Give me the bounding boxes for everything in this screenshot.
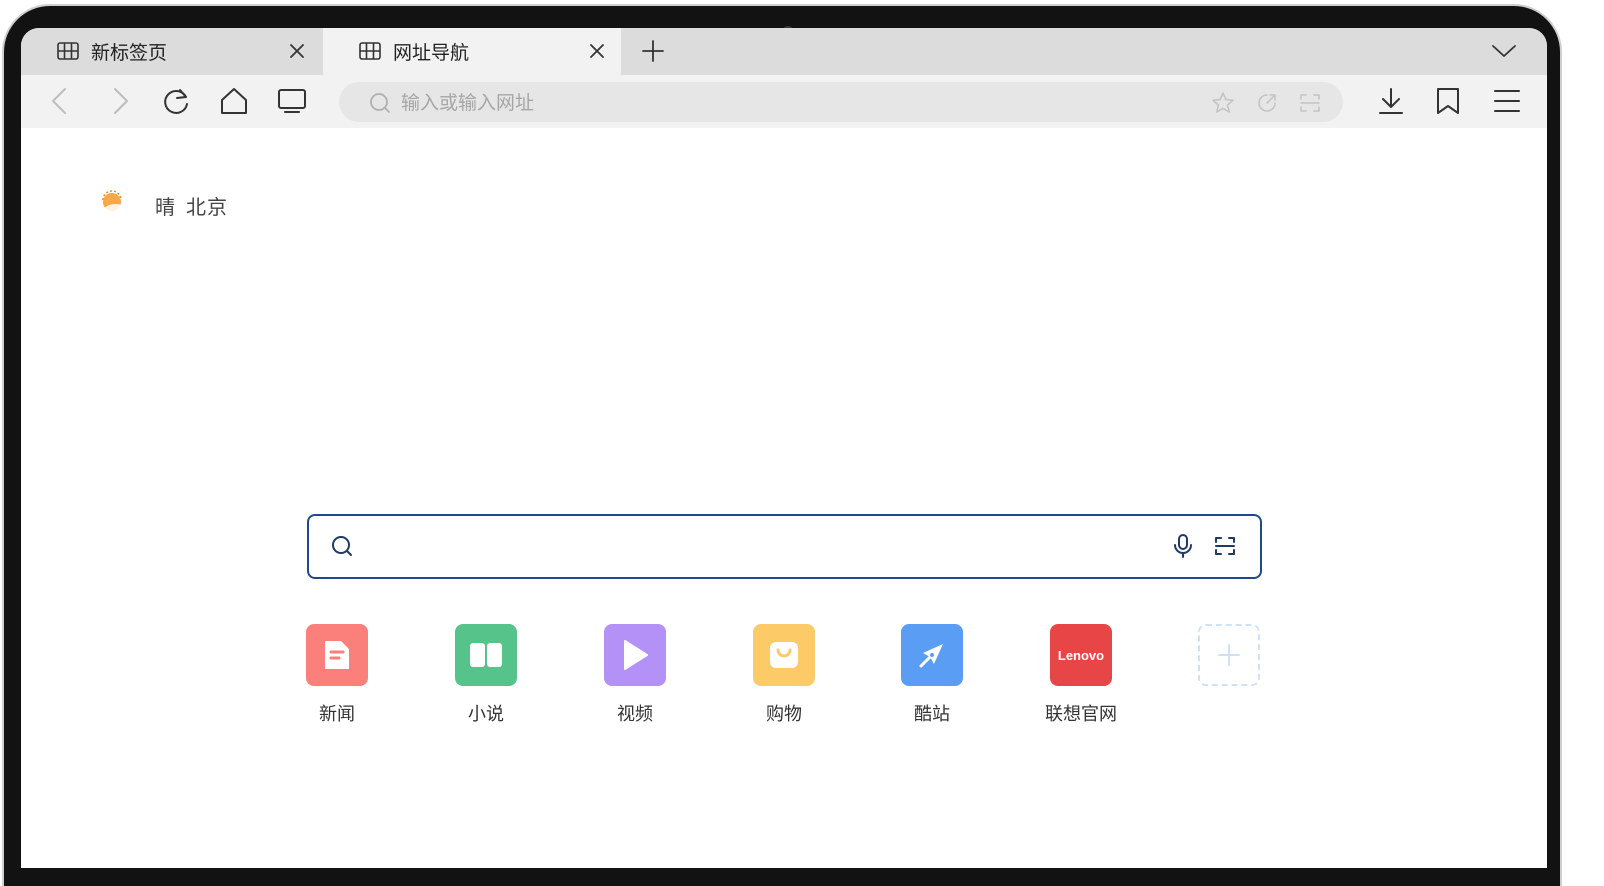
shopping-bag-icon — [770, 642, 798, 668]
search-box[interactable] — [307, 514, 1262, 579]
home-icon[interactable] — [219, 86, 249, 116]
shortcut-label: 购物 — [766, 704, 802, 725]
compass-icon — [919, 644, 943, 668]
microphone-icon[interactable] — [1173, 533, 1193, 559]
shortcut-lenovo[interactable]: Lenovo 联想官网 — [1026, 624, 1136, 726]
address-bar[interactable] — [339, 82, 1343, 124]
forward-icon[interactable] — [107, 86, 133, 116]
tab-bar: 新标签页 网址导航 — [21, 28, 1547, 75]
search-icon — [332, 536, 352, 556]
refresh-icon[interactable] — [162, 86, 192, 116]
shortcut-label: 新闻 — [319, 704, 355, 725]
toolbar — [21, 75, 1547, 128]
browser-window: 新标签页 网址导航 输入或输入网址 晴 北京 新闻 小说 视频 购物 酷站 Le… — [21, 28, 1547, 868]
star-icon[interactable] — [1211, 91, 1235, 115]
plus-icon — [1218, 644, 1240, 666]
shortcut-cool-sites[interactable]: 酷站 — [877, 624, 987, 726]
book-icon — [470, 643, 502, 667]
novel-tile — [455, 624, 517, 686]
weather-condition: 晴 — [155, 194, 176, 219]
tab-title: 新标签页 — [91, 42, 168, 64]
shortcut-label: 酷站 — [914, 704, 950, 725]
close-icon[interactable] — [287, 41, 307, 61]
desktop-mode-icon[interactable] — [277, 86, 307, 116]
play-icon — [624, 640, 648, 670]
grid-icon — [57, 42, 79, 60]
shortcut-label: 联想官网 — [1045, 704, 1117, 725]
shopping-tile — [753, 624, 815, 686]
search-input[interactable] — [369, 516, 1153, 579]
tab-title: 网址导航 — [393, 42, 470, 64]
add-shortcut-tile — [1198, 624, 1260, 686]
address-input[interactable] — [399, 82, 1183, 124]
sunny-cloud-icon — [102, 190, 128, 216]
shortcut-news[interactable]: 新闻 — [282, 624, 392, 726]
lenovo-tile: Lenovo — [1050, 624, 1112, 686]
shortcut-shopping[interactable]: 购物 — [729, 624, 839, 726]
share-icon[interactable] — [1255, 91, 1279, 115]
tab-url-navigation[interactable]: 网址导航 — [323, 28, 621, 75]
weather-city: 北京 — [186, 194, 228, 219]
weather-widget[interactable]: 晴北京 — [99, 190, 228, 220]
news-tile — [306, 624, 368, 686]
shortcut-novel[interactable]: 小说 — [431, 624, 541, 726]
back-icon[interactable] — [47, 86, 73, 116]
download-icon[interactable] — [1377, 86, 1405, 116]
scan-icon[interactable] — [1298, 91, 1322, 115]
new-tab-plus-icon[interactable] — [641, 39, 665, 63]
grid-icon — [359, 42, 381, 60]
shortcut-add[interactable] — [1174, 624, 1284, 686]
tab-new-tab[interactable]: 新标签页 — [21, 28, 321, 75]
close-icon[interactable] — [587, 41, 607, 61]
lenovo-logo: Lenovo — [1057, 647, 1105, 663]
cool-sites-tile — [901, 624, 963, 686]
scan-icon[interactable] — [1213, 534, 1237, 558]
shortcut-label: 小说 — [468, 704, 504, 725]
video-tile — [604, 624, 666, 686]
menu-icon[interactable] — [1493, 86, 1521, 116]
chevron-down-icon[interactable] — [1491, 42, 1517, 60]
shortcut-video[interactable]: 视频 — [580, 624, 690, 726]
search-icon — [370, 93, 390, 113]
bookmark-icon[interactable] — [1435, 86, 1461, 116]
shortcut-label: 视频 — [617, 704, 653, 725]
document-icon — [325, 641, 349, 669]
